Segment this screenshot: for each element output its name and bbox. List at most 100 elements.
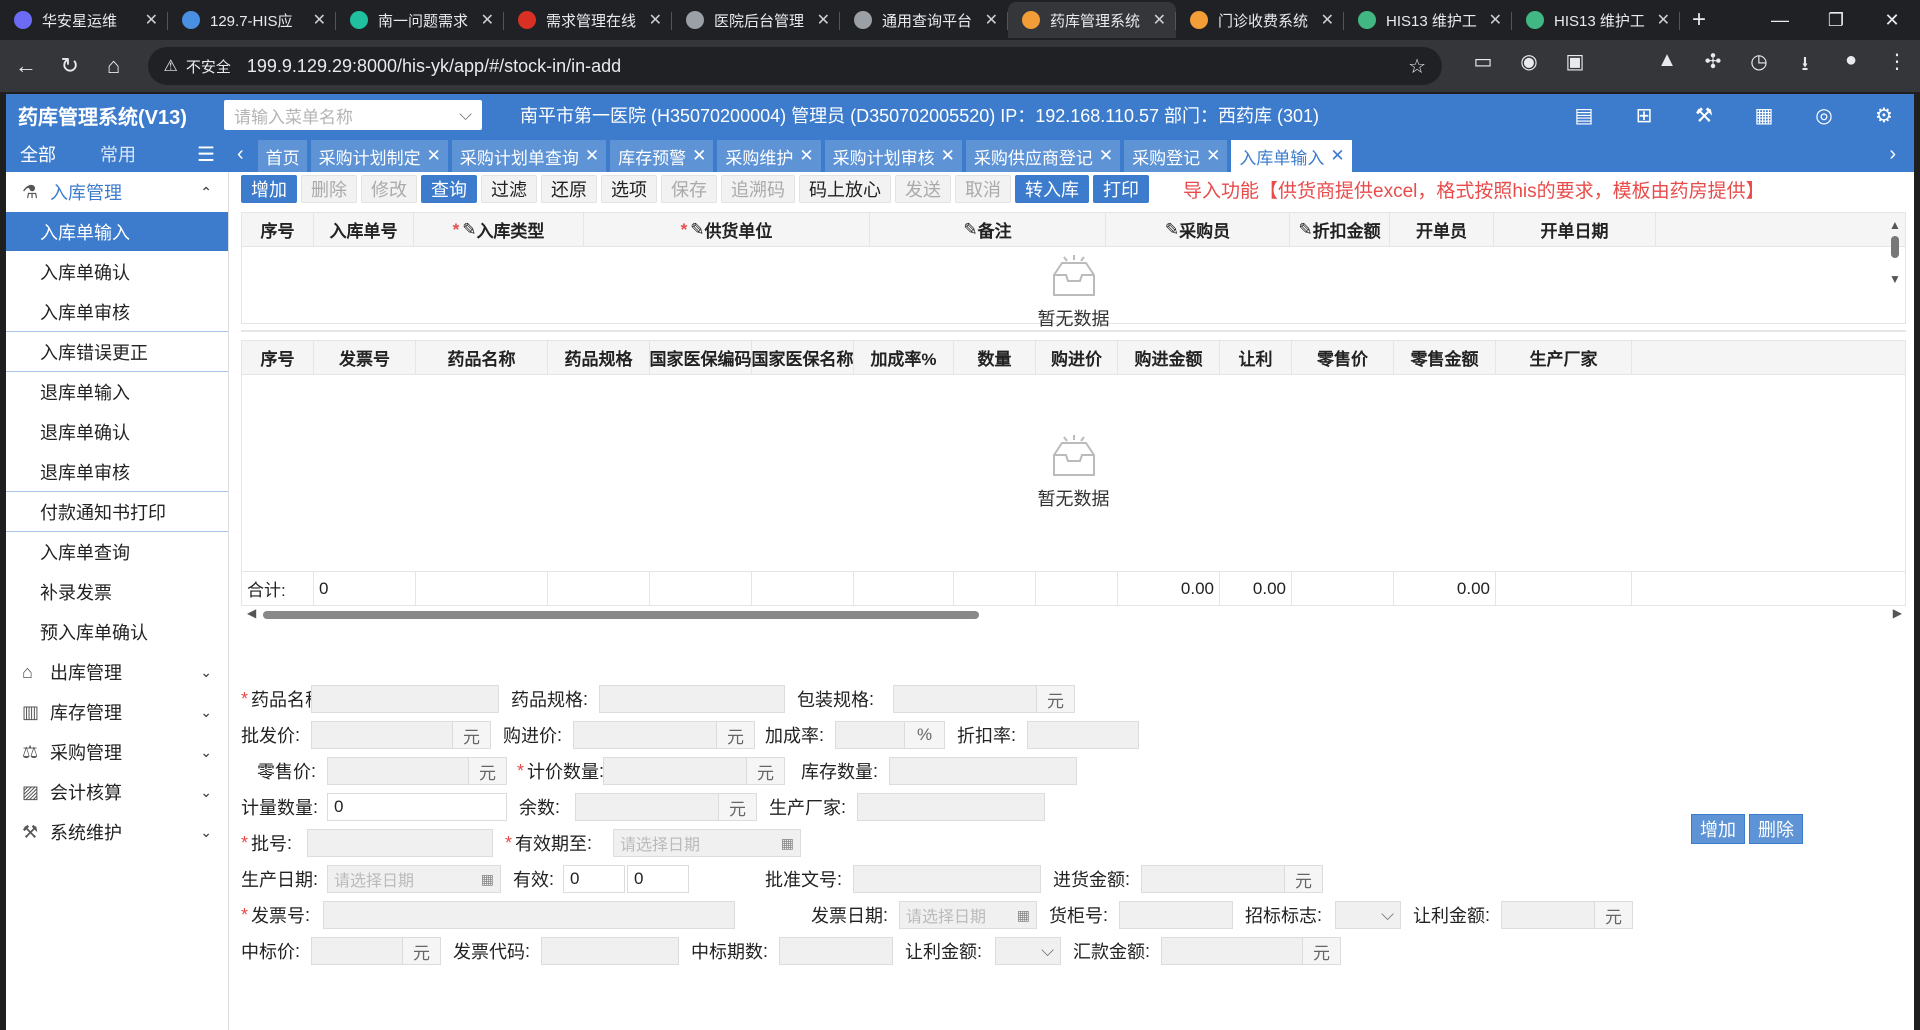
tool-icon[interactable]: ⚒	[1674, 103, 1734, 128]
sidebar-item[interactable]: 退库单审核	[6, 452, 228, 492]
invoice-code-input[interactable]	[541, 937, 679, 965]
approval-input[interactable]	[853, 865, 1041, 893]
tab-close-icon[interactable]: ✕	[313, 10, 326, 30]
browser-tab[interactable]: 华安星运维 ✕	[0, 2, 168, 38]
invoice-no-input[interactable]	[323, 901, 735, 929]
column-header[interactable]: 开单员	[1390, 213, 1494, 246]
column-header[interactable]: 序号	[242, 341, 314, 374]
more-menu-icon[interactable]: ⋮	[1874, 49, 1920, 83]
column-header[interactable]: ✎ 备注	[870, 213, 1106, 246]
delete-detail-button[interactable]: 删除	[1749, 814, 1803, 844]
browser-tab[interactable]: 129.7-HIS应 ✕	[168, 2, 336, 38]
translate-icon[interactable]: ▣	[1552, 49, 1598, 83]
menu-search-input[interactable]: 请输入菜单名称 ⌵	[224, 100, 482, 130]
tab-close-icon[interactable]: ✕	[585, 146, 599, 166]
toolbar-button[interactable]: 还原	[541, 175, 597, 203]
column-header[interactable]: 开单日期	[1494, 213, 1656, 246]
security-indicator[interactable]: ⚠ 不安全	[164, 56, 231, 77]
settings-gear-icon[interactable]: ⚙	[1854, 103, 1914, 128]
column-header[interactable]: 加成率%	[854, 341, 954, 374]
bid-flag-select[interactable]: ⌵	[1335, 901, 1401, 929]
toolbar-button[interactable]: 选项	[601, 175, 657, 203]
sidebar-group[interactable]: ▥ 库存管理 ⌄	[6, 692, 228, 732]
batch-input[interactable]	[307, 829, 493, 857]
toolbar-button[interactable]: 查询	[421, 175, 477, 203]
menu-collapse-icon[interactable]: ☰	[197, 142, 215, 167]
page-tab[interactable]: 首页	[257, 140, 307, 172]
pin-icon[interactable]: ⊞	[1614, 103, 1674, 128]
sidebar-group[interactable]: ⚖ 采购管理 ⌄	[6, 732, 228, 772]
tab-close-icon[interactable]: ✕	[1206, 146, 1220, 166]
remit-amt-input[interactable]	[1161, 937, 1303, 965]
tab-close-icon[interactable]: ✕	[145, 10, 158, 30]
close-window-icon[interactable]: ✕	[1864, 0, 1920, 40]
menu-common-tab[interactable]: 常用	[100, 141, 136, 167]
tab-close-icon[interactable]: ✕	[985, 10, 998, 30]
remainder-input[interactable]	[575, 793, 719, 821]
sidebar-item[interactable]: 付款通知书打印	[6, 492, 228, 532]
profile-avatar-icon[interactable]: ●	[1828, 49, 1874, 83]
tab-close-icon[interactable]: ✕	[817, 10, 830, 30]
sidebar-item[interactable]: 入库单审核	[6, 292, 228, 332]
alert-triangle-icon[interactable]: ▲	[1644, 49, 1690, 83]
discount-rate-input[interactable]	[1027, 721, 1139, 749]
browser-tab[interactable]: HIS13 维护工 ✕	[1512, 2, 1680, 38]
sidebar-item[interactable]: 入库单查询	[6, 532, 228, 572]
valid-months-input[interactable]: 0	[627, 865, 689, 893]
tab-close-icon[interactable]: ✕	[1330, 146, 1344, 166]
toolbar-button[interactable]: 保存	[661, 175, 717, 203]
url-field[interactable]: ⚠ 不安全 199.9.129.29:8000/his-yk/app/#/stoc…	[147, 47, 1442, 85]
toolbar-button[interactable]: 打印	[1093, 175, 1149, 203]
minimize-icon[interactable]: —	[1752, 0, 1808, 40]
column-header[interactable]: 药品名称	[416, 341, 548, 374]
sidebar-group-open[interactable]: ⚗ 入库管理 ⌃	[6, 172, 228, 212]
browser-tab[interactable]: 需求管理在线 ✕	[504, 2, 672, 38]
bid-period-input[interactable]	[779, 937, 893, 965]
column-header[interactable]: 生产厂家	[1496, 341, 1632, 374]
tab-close-icon[interactable]: ✕	[649, 10, 662, 30]
page-tab[interactable]: 入库单输入 ✕	[1231, 140, 1352, 172]
tab-close-icon[interactable]: ✕	[941, 146, 955, 166]
extension-icon[interactable]	[1598, 49, 1644, 83]
purchase-price-input[interactable]	[573, 721, 717, 749]
tab-close-icon[interactable]: ✕	[427, 146, 441, 166]
page-tab[interactable]: 库存预警 ✕	[610, 140, 714, 172]
vertical-scrollbar[interactable]: ▲ ▼	[1888, 218, 1902, 324]
toolbar-button[interactable]: 修改	[361, 175, 417, 203]
scroll-thumb[interactable]	[263, 611, 979, 619]
markup-input[interactable]	[835, 721, 905, 749]
sidebar-group[interactable]: ⚒ 系统维护 ⌄	[6, 812, 228, 852]
screen-icon[interactable]: ▤	[1554, 103, 1614, 128]
scroll-up-icon[interactable]: ▲	[1888, 218, 1902, 232]
purchase-amt-input[interactable]	[1141, 865, 1285, 893]
scroll-thumb[interactable]	[1891, 236, 1899, 258]
column-header[interactable]: 零售金额	[1394, 341, 1496, 374]
toolbar-button[interactable]: 码上放心	[799, 175, 891, 203]
menu-all-tab[interactable]: 全部	[20, 141, 56, 167]
document-icon[interactable]: ▦	[1734, 103, 1794, 128]
browser-tab[interactable]: 通用查询平台 ✕	[840, 2, 1008, 38]
maker-input[interactable]	[857, 793, 1045, 821]
page-tab[interactable]: 采购计划制定 ✕	[310, 140, 448, 172]
count-qty-input[interactable]	[603, 757, 747, 785]
discount-amt-input[interactable]	[1501, 901, 1595, 929]
drug-spec-input[interactable]	[599, 685, 785, 713]
page-tab[interactable]: 采购计划单查询 ✕	[451, 140, 607, 172]
measure-qty-input[interactable]: 0	[327, 793, 507, 821]
expire-date-picker[interactable]: 请选择日期 ▦	[613, 829, 801, 857]
prod-date-picker[interactable]: 请选择日期 ▦	[327, 865, 501, 893]
discount-amt-select[interactable]: ⌵	[995, 937, 1061, 965]
download-icon[interactable]: ⭳	[1782, 49, 1828, 83]
browser-tab[interactable]: 医院后台管理 ✕	[672, 2, 840, 38]
home-icon[interactable]: ⌂	[96, 48, 132, 84]
reader-icon[interactable]: ▭	[1460, 49, 1506, 83]
tabs-scroll-right-icon[interactable]: ›	[1889, 143, 1896, 166]
toolbar-button[interactable]: 追溯码	[721, 175, 795, 203]
sidebar-item[interactable]: 退库单确认	[6, 412, 228, 452]
pack-spec-input[interactable]	[893, 685, 1037, 713]
add-detail-button[interactable]: 增加	[1691, 814, 1745, 844]
page-tab[interactable]: 采购维护 ✕	[717, 140, 821, 172]
tab-close-icon[interactable]: ✕	[1099, 146, 1113, 166]
stock-qty-input[interactable]	[889, 757, 1077, 785]
column-header[interactable]: * ✎ 入库类型	[414, 213, 584, 246]
